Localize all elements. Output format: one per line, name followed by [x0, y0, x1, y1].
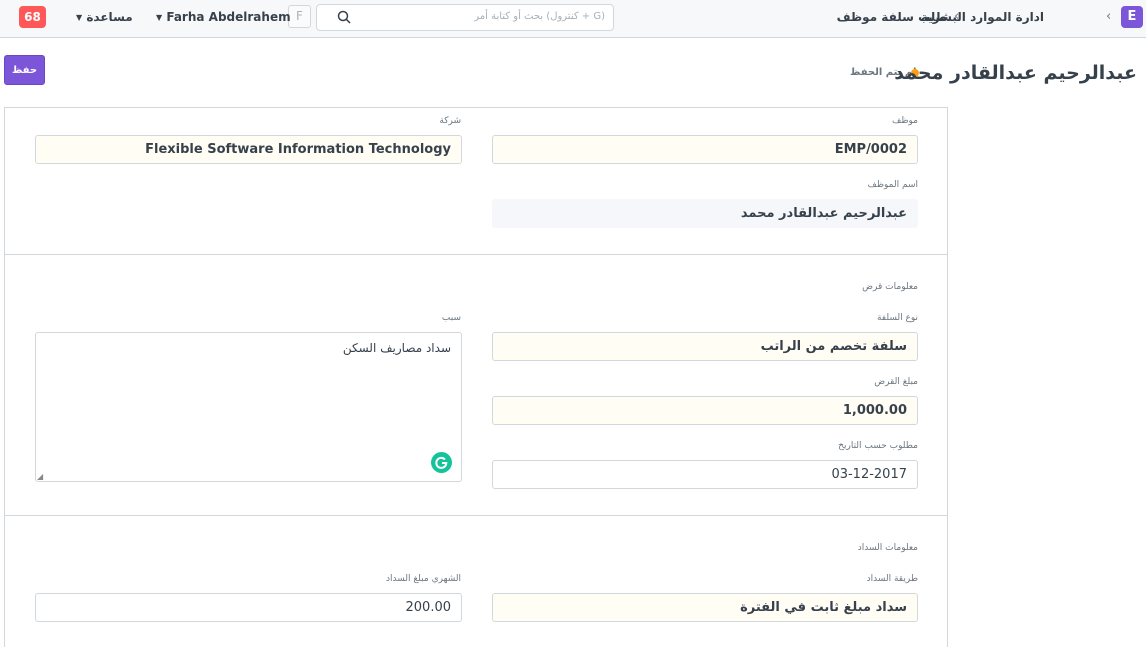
help-menu[interactable]: ▼ مساعدة	[76, 10, 133, 24]
caret-down-icon: ▼	[156, 13, 163, 22]
search-placeholder: بحث أو كتابة أمر (كنترول + G)	[474, 11, 605, 22]
page-title: عبدالرحيم عبدالقادر محمد	[894, 62, 1137, 84]
chevron-left-icon: ‹	[1106, 9, 1112, 24]
employee-name-label: اسم الموظف	[867, 180, 918, 190]
navbar: E ‹ ادارة الموارد البشرية ‹ طلب سلفة موظ…	[0, 0, 1146, 38]
save-button[interactable]: حفظ	[4, 55, 45, 85]
required-by-date-label: مطلوب حسب التاريخ	[838, 441, 918, 451]
app-logo[interactable]: E	[1121, 6, 1143, 28]
repayment-method-label: طريقة السداد	[866, 574, 918, 584]
advance-type-field[interactable]: سلفة تخصم من الراتب	[492, 332, 918, 361]
required-by-date-field[interactable]: 03-12-2017	[492, 460, 918, 489]
section-divider	[4, 515, 948, 516]
reason-label: سبب	[441, 313, 461, 323]
employee-label: موظف	[892, 116, 918, 126]
search-icon	[337, 10, 351, 24]
loan-amount-label: مبلغ القرض	[874, 377, 918, 387]
grammarly-icon[interactable]	[431, 452, 452, 473]
monthly-repayment-label: الشهري مبلغ السداد	[386, 574, 461, 584]
reason-textarea[interactable]: سداد مصاريف السكن	[35, 332, 462, 482]
caret-down-icon: ▼	[76, 13, 83, 22]
advance-type-label: نوع السلفة	[876, 313, 918, 323]
section-divider	[4, 254, 948, 255]
notification-badge[interactable]: 68	[19, 6, 46, 28]
chevron-left-icon: ‹	[954, 9, 960, 24]
employee-field[interactable]: EMP/0002	[492, 135, 918, 164]
repayment-info-section-title: معلومات السداد	[857, 543, 918, 553]
user-menu[interactable]: ▼ Farha Abdelrahem	[156, 10, 291, 24]
grammarly-g-icon	[435, 456, 448, 469]
loan-amount-field[interactable]: 1,000.00	[492, 396, 918, 425]
monthly-repayment-field[interactable]: 200.00	[35, 593, 462, 622]
resize-handle-icon[interactable]: ◢	[37, 472, 43, 481]
loan-info-section-title: معلومات قرض	[862, 282, 918, 292]
breadcrumb-employee-advance[interactable]: طلب سلفة موظف	[837, 10, 947, 24]
user-name: Farha Abdelrahem	[166, 10, 291, 24]
repayment-method-field[interactable]: سداد مبلغ ثابت في الفترة	[492, 593, 918, 622]
company-field[interactable]: Flexible Software Information Technology	[35, 135, 462, 164]
help-label: مساعدة	[86, 10, 133, 24]
employee-name-value: عبدالرحيم عبدالقادر محمد	[492, 199, 918, 228]
avatar[interactable]: F	[288, 5, 311, 28]
search-input[interactable]: بحث أو كتابة أمر (كنترول + G)	[316, 4, 614, 31]
company-label: شركة	[439, 116, 461, 126]
